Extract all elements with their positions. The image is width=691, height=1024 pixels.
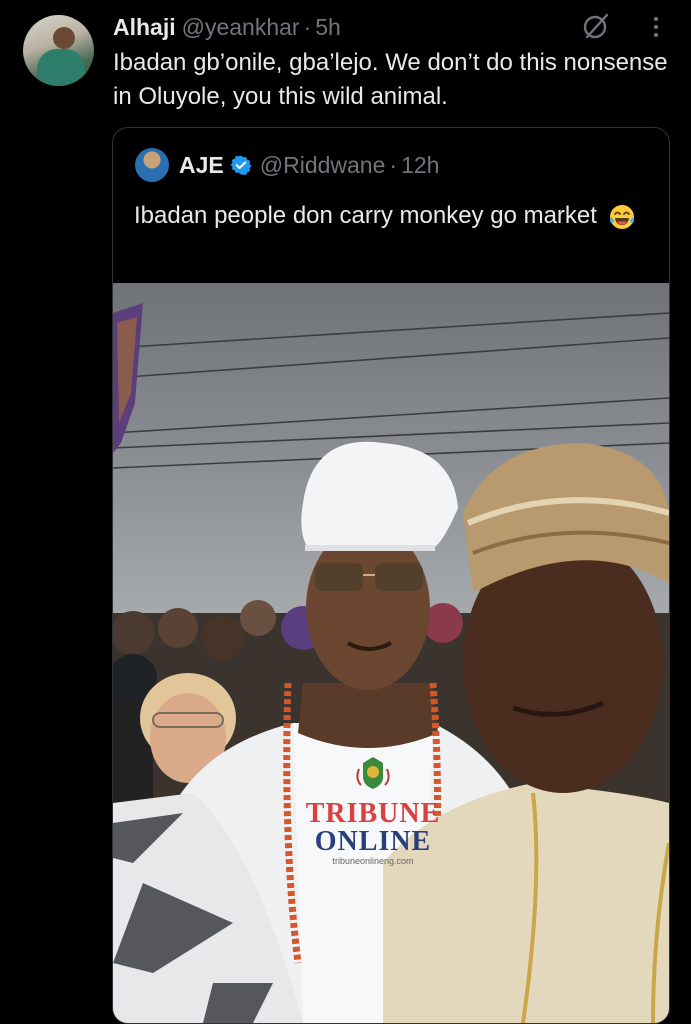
tweet-text: Ibadan gb’onile, gba’lejo. We don’t do t… — [113, 49, 668, 110]
separator-dot: · — [303, 13, 312, 40]
quoted-time[interactable]: 12h — [401, 152, 439, 179]
avatar-head — [53, 27, 75, 49]
avatar-body — [37, 49, 85, 86]
quoted-avatar[interactable] — [135, 148, 169, 182]
quoted-text: Ibadan people don carry monkey go market — [134, 202, 597, 229]
verified-badge-icon — [230, 155, 252, 175]
laughing-tears-emoji-icon — [609, 204, 634, 229]
user-handle[interactable]: @yeankhar — [182, 14, 300, 41]
avatar[interactable] — [23, 15, 94, 86]
tweet-header: Alhaji @yeankhar · 5h — [113, 12, 341, 42]
photo-illustration — [113, 303, 669, 1023]
more-dot — [654, 17, 658, 21]
more-icon[interactable] — [646, 12, 666, 42]
quoted-header: AJE @Riddwane · 12h — [179, 146, 439, 184]
tweet-time[interactable]: 5h — [315, 14, 341, 41]
watermark-url: tribuneonlineng.com — [332, 856, 414, 866]
quoted-text-container: Ibadan people don carry monkey go market — [134, 198, 654, 233]
watermark: TRIBUNE ONLINE tribuneonlineng.com — [303, 753, 443, 873]
crest-icon — [356, 757, 390, 789]
watermark-line2: ONLINE — [314, 826, 432, 857]
display-name[interactable]: Alhaji — [113, 14, 176, 41]
grok-icon[interactable] — [580, 10, 612, 42]
watermark-line1: TRIBUNE — [305, 798, 441, 829]
quoted-display-name[interactable]: AJE — [179, 152, 224, 179]
quoted-handle[interactable]: @Riddwane — [260, 152, 386, 179]
quoted-tweet[interactable]: AJE @Riddwane · 12h Ibadan people don ca… — [112, 127, 670, 1024]
more-dot — [654, 25, 658, 29]
tweet-photo[interactable]: TRIBUNE ONLINE tribuneonlineng.com — [113, 283, 669, 1023]
more-dot — [654, 33, 658, 37]
separator-dot: · — [389, 151, 398, 178]
